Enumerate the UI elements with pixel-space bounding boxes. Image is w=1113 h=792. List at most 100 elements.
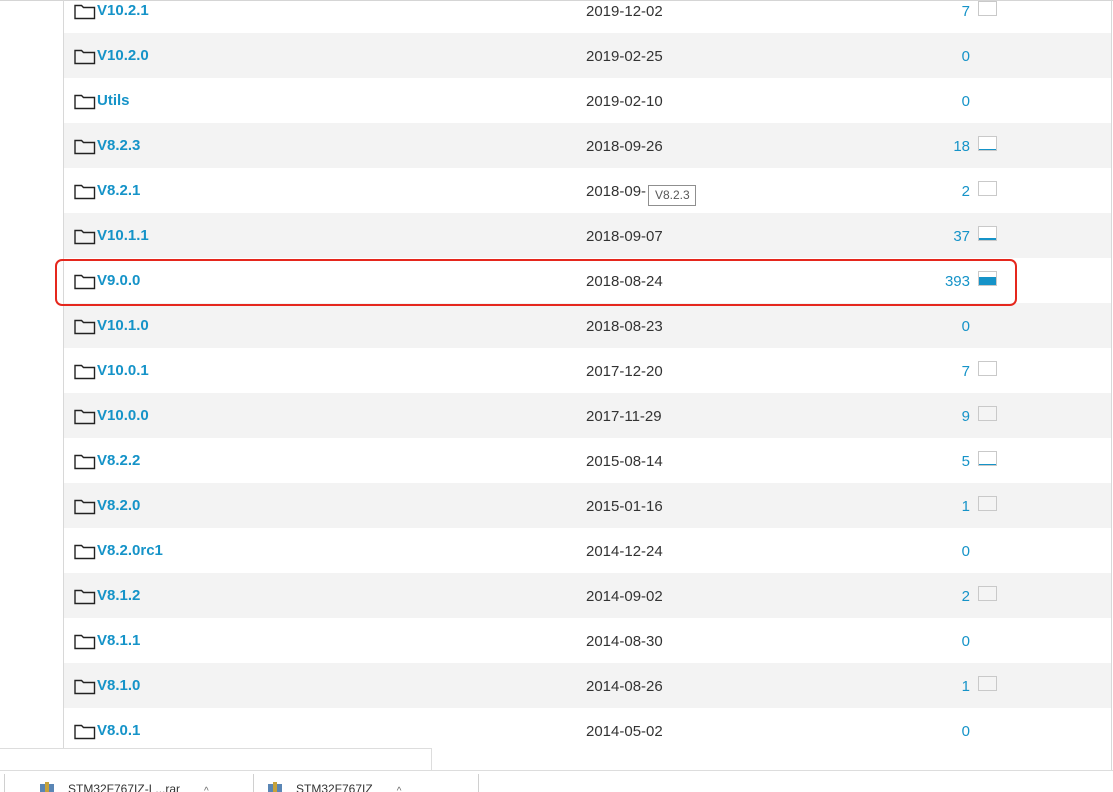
chevron-up-icon[interactable]: ^ xyxy=(397,786,402,792)
folder-link[interactable]: V8.2.3 xyxy=(74,137,140,155)
folder-icon xyxy=(74,678,96,695)
folder-link[interactable]: V8.0.1 xyxy=(74,722,140,740)
folder-link[interactable]: V8.2.0 xyxy=(74,497,140,515)
download-count[interactable]: 18 xyxy=(953,138,970,156)
folder-name: V8.1.0 xyxy=(97,677,141,694)
modified-date: 2019-02-25 xyxy=(586,48,663,65)
download-count[interactable]: 0 xyxy=(962,543,970,561)
folder-link[interactable]: V8.2.0rc1 xyxy=(74,542,163,560)
folder-name: V8.2.0 xyxy=(97,497,141,514)
download-name: STM32F767IZ-L...rar xyxy=(68,782,181,792)
download-count[interactable]: 1 xyxy=(962,498,970,516)
sparkline-chart[interactable] xyxy=(978,136,997,151)
sparkline-chart[interactable] xyxy=(978,181,997,196)
modified-date: 2017-11-29 xyxy=(586,408,662,425)
folder-name: V8.2.3 xyxy=(97,137,141,154)
folder-name: V8.1.2 xyxy=(97,587,141,604)
folder-link[interactable]: V8.1.0 xyxy=(74,677,140,695)
folder-name: Utils xyxy=(97,92,130,109)
archive-icon xyxy=(40,782,54,792)
folder-icon xyxy=(74,228,96,245)
table-row: V10.0.0 2017-11-29 9 xyxy=(64,393,1111,438)
download-count[interactable]: 0 xyxy=(962,318,970,336)
modified-date: 2014-08-30 xyxy=(586,633,663,650)
folder-link[interactable]: V10.1.0 xyxy=(74,317,149,335)
download-count[interactable]: 37 xyxy=(953,228,970,246)
table-row: V10.0.1 2017-12-20 7 xyxy=(64,348,1111,393)
table-row: Utils 2019-02-10 0 xyxy=(64,78,1111,123)
modified-date: 2018-09-26 xyxy=(586,138,663,155)
sparkline-chart[interactable] xyxy=(978,676,997,691)
folder-icon xyxy=(74,588,96,605)
table-row: V8.1.2 2014-09-02 2 xyxy=(64,573,1111,618)
download-bar: STM32F767IZ-L...rar ^ STM32F767IZ ^ xyxy=(0,770,1113,792)
download-count[interactable]: 7 xyxy=(962,363,970,381)
download-count[interactable]: 5 xyxy=(962,453,970,471)
sparkline-chart[interactable] xyxy=(978,1,997,16)
sparkline-fill xyxy=(979,148,996,150)
sparkline-chart[interactable] xyxy=(978,361,997,376)
folder-name: V8.2.2 xyxy=(97,452,141,469)
download-item[interactable]: STM32F767IZ-L...rar ^ xyxy=(40,771,209,792)
folder-link[interactable]: V8.1.1 xyxy=(74,632,140,650)
download-count[interactable]: 0 xyxy=(962,48,970,66)
download-item[interactable]: STM32F767IZ ^ xyxy=(268,771,401,792)
modified-date: 2015-08-14 xyxy=(586,453,663,470)
folder-link[interactable]: V8.2.1 xyxy=(74,182,140,200)
download-count[interactable]: 0 xyxy=(962,723,970,741)
sparkline-fill xyxy=(979,238,996,240)
modified-date: 2018-09- xyxy=(586,183,647,200)
download-count[interactable]: 7 xyxy=(962,3,970,21)
download-count[interactable]: 1 xyxy=(962,678,970,696)
sparkline-chart[interactable] xyxy=(978,406,997,421)
download-count[interactable]: 9 xyxy=(962,408,970,426)
folder-link[interactable]: V10.1.1 xyxy=(74,227,149,245)
sparkline-chart[interactable] xyxy=(978,586,997,601)
modified-date: 2014-05-02 xyxy=(586,723,663,740)
table-right-border xyxy=(1111,0,1112,770)
folder-name: V10.2.0 xyxy=(97,47,149,64)
folder-link[interactable]: V10.2.1 xyxy=(74,2,149,20)
table-row: V8.2.0rc1 2014-12-24 0 xyxy=(64,528,1111,573)
folder-icon xyxy=(74,408,96,425)
download-count[interactable]: 2 xyxy=(962,588,970,606)
tooltip: V8.2.3 xyxy=(648,185,696,206)
folder-link[interactable]: V8.1.2 xyxy=(74,587,140,605)
folder-icon xyxy=(74,138,96,155)
download-count[interactable]: 0 xyxy=(962,633,970,651)
download-name: STM32F767IZ xyxy=(296,782,373,792)
folder-name: V10.0.0 xyxy=(97,407,149,424)
folder-icon xyxy=(74,363,96,380)
archive-icon xyxy=(268,782,282,792)
folder-link[interactable]: V10.0.1 xyxy=(74,362,149,380)
chevron-up-icon[interactable]: ^ xyxy=(204,786,209,792)
table-row: V8.0.1 2014-05-02 0 xyxy=(64,708,1111,753)
folder-link[interactable]: V10.0.0 xyxy=(74,407,149,425)
folder-link[interactable]: V8.2.2 xyxy=(74,452,140,470)
download-separator xyxy=(4,774,5,792)
folder-name: V10.0.1 xyxy=(97,362,149,379)
folder-name: V10.1.0 xyxy=(97,317,149,334)
folder-icon xyxy=(74,543,96,560)
sparkline-chart[interactable] xyxy=(978,451,997,466)
download-count[interactable]: 0 xyxy=(962,93,970,111)
file-list: V10.2.1 2019-12-02 7 V10.2.0 2019-02-25 0 Util… xyxy=(64,0,1111,753)
folder-icon xyxy=(74,318,96,335)
folder-name: V10.1.1 xyxy=(97,227,149,244)
folder-link[interactable]: V10.2.0 xyxy=(74,47,149,65)
folder-link[interactable]: Utils xyxy=(74,92,130,110)
folder-icon xyxy=(74,453,96,470)
download-panel xyxy=(0,748,432,770)
sparkline-chart[interactable] xyxy=(978,496,997,511)
modified-date: 2014-09-02 xyxy=(586,588,663,605)
folder-icon xyxy=(74,93,96,110)
folder-name: V8.1.1 xyxy=(97,632,141,649)
folder-icon xyxy=(74,633,96,650)
download-count[interactable]: 2 xyxy=(962,183,970,201)
folder-icon xyxy=(74,48,96,65)
modified-date: 2014-08-26 xyxy=(586,678,663,695)
table-row: V8.1.1 2014-08-30 0 xyxy=(64,618,1111,663)
sparkline-chart[interactable] xyxy=(978,226,997,241)
modified-date: 2019-02-10 xyxy=(586,93,663,110)
download-separator xyxy=(478,774,479,792)
